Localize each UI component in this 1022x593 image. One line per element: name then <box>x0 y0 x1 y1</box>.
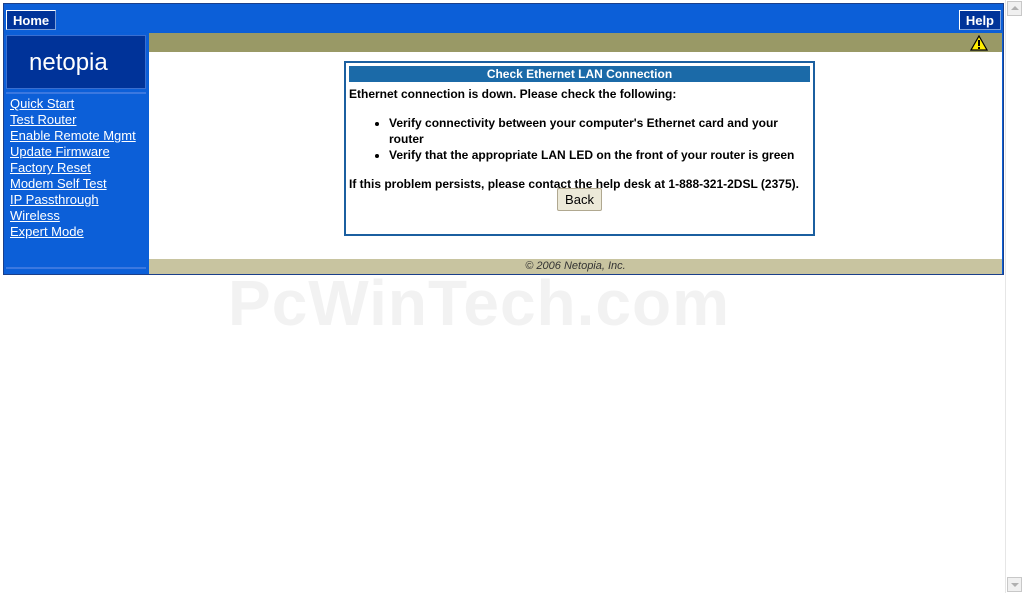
warning-icon[interactable] <box>970 35 988 51</box>
expert-mode-link[interactable]: Expert Mode <box>10 224 84 239</box>
router-frame: Home Help netopia Quick Start Test Route… <box>3 3 1004 275</box>
sidebar-item-wireless: Wireless <box>10 208 136 224</box>
update-firmware-link[interactable]: Update Firmware <box>10 144 110 159</box>
check-list: Verify connectivity between your compute… <box>349 115 811 163</box>
scroll-down-icon[interactable] <box>1007 577 1022 592</box>
dialog-title: Check Ethernet LAN Connection <box>349 66 810 82</box>
home-button[interactable]: Home <box>6 10 57 30</box>
sidebar-item-quick-start: Quick Start <box>10 96 136 112</box>
logo-text: netopia <box>29 49 108 76</box>
browser-viewport: Home Help netopia Quick Start Test Route… <box>0 0 1022 593</box>
dialog-intro: Ethernet connection is down. Please chec… <box>349 87 677 101</box>
sidebar-item-expert-mode: Expert Mode <box>10 224 136 240</box>
sidebar-item-enable-remote-mgmt: Enable Remote Mgmt <box>10 128 136 144</box>
watermark: PcWinTech.com <box>228 267 730 339</box>
check-item: Verify connectivity between your compute… <box>389 115 811 147</box>
test-router-link[interactable]: Test Router <box>10 112 76 127</box>
top-bar: Home Help <box>4 4 1003 32</box>
help-button[interactable]: Help <box>958 10 1001 30</box>
wireless-link[interactable]: Wireless <box>10 208 60 223</box>
quick-start-link[interactable]: Quick Start <box>10 96 74 111</box>
content-area: Check Ethernet LAN Connection Ethernet c… <box>149 33 1002 274</box>
check-item: Verify that the appropriate LAN LED on t… <box>389 147 811 163</box>
sidebar-nav: Quick Start Test Router Enable Remote Mg… <box>10 96 136 240</box>
check-ethernet-dialog: Check Ethernet LAN Connection Ethernet c… <box>344 61 815 236</box>
modem-self-test-link[interactable]: Modem Self Test <box>10 176 107 191</box>
netopia-logo: netopia <box>6 35 146 89</box>
sidebar-item-factory-reset: Factory Reset <box>10 160 136 176</box>
sidebar-item-test-router: Test Router <box>10 112 136 128</box>
factory-reset-link[interactable]: Factory Reset <box>10 160 91 175</box>
sidebar-item-update-firmware: Update Firmware <box>10 144 136 160</box>
sidebar-item-ip-passthrough: IP Passthrough <box>10 192 136 208</box>
status-bar <box>149 33 1002 52</box>
enable-remote-mgmt-link[interactable]: Enable Remote Mgmt <box>10 128 136 143</box>
sidebar-item-modem-self-test: Modem Self Test <box>10 176 136 192</box>
sidebar: netopia Quick Start Test Router Enable R… <box>4 33 148 274</box>
vertical-scrollbar[interactable] <box>1005 0 1022 593</box>
sidebar-divider <box>6 92 146 94</box>
sidebar-divider-bottom <box>6 267 146 269</box>
scroll-up-icon[interactable] <box>1007 1 1022 16</box>
dialog-body: Ethernet connection is down. Please chec… <box>349 87 811 191</box>
back-button[interactable]: Back <box>557 188 602 211</box>
ip-passthrough-link[interactable]: IP Passthrough <box>10 192 99 207</box>
